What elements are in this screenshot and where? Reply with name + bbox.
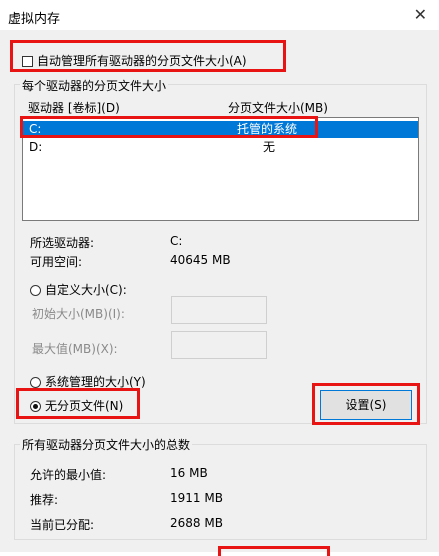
title-bar: 虚拟内存 ✕ (0, 0, 439, 30)
min-allowed-label: 允许的最小值: (30, 468, 107, 482)
free-space-value: 40645 MB (170, 253, 231, 267)
highlight-box-set (312, 383, 420, 425)
close-icon[interactable]: ✕ (414, 5, 427, 24)
free-space-label: 可用空间: (30, 255, 83, 269)
highlight-box-drive (20, 116, 318, 138)
highlight-box-bottom (218, 546, 330, 556)
custom-size-label: 自定义大小(C): (45, 283, 127, 297)
custom-size-radio[interactable]: 自定义大小(C): (30, 281, 127, 298)
selected-drive-value: C: (170, 234, 183, 248)
recommended-label: 推荐: (30, 493, 59, 507)
current-allocated-value: 2688 MB (170, 516, 223, 530)
column-size-header: 分页文件大小(MB) (228, 101, 328, 115)
initial-size-input[interactable] (171, 296, 267, 324)
max-size-input[interactable] (171, 331, 267, 359)
window-title: 虚拟内存 (8, 12, 61, 27)
system-managed-label: 系统管理的大小(Y) (45, 375, 146, 389)
highlight-box-no-paging (16, 388, 140, 419)
recommended-value: 1911 MB (170, 491, 223, 505)
min-allowed-value: 16 MB (170, 466, 208, 480)
selected-drive-label: 所选驱动器: (30, 236, 95, 250)
radio-icon[interactable] (30, 377, 41, 388)
max-size-label: 最大值(MB)(X): (32, 342, 118, 356)
radio-icon[interactable] (30, 285, 41, 296)
totals-legend: 所有驱动器分页文件大小的总数 (20, 436, 193, 453)
highlight-box-auto (10, 40, 286, 72)
initial-size-label: 初始大小(MB)(I): (32, 307, 125, 321)
drive-size: 无 (263, 140, 276, 154)
virtual-memory-dialog: 虚拟内存 ✕ 自动管理所有驱动器的分页文件大小(A) 每个驱动器的分页文件大小 … (0, 0, 439, 556)
current-allocated-label: 当前已分配: (30, 518, 95, 532)
per-drive-legend: 每个驱动器的分页文件大小 (20, 77, 169, 94)
column-drive-header: 驱动器 [卷标](D) (28, 101, 120, 115)
drive-letter: D: (29, 140, 43, 154)
drive-row-d[interactable]: D: 无 (23, 139, 418, 156)
